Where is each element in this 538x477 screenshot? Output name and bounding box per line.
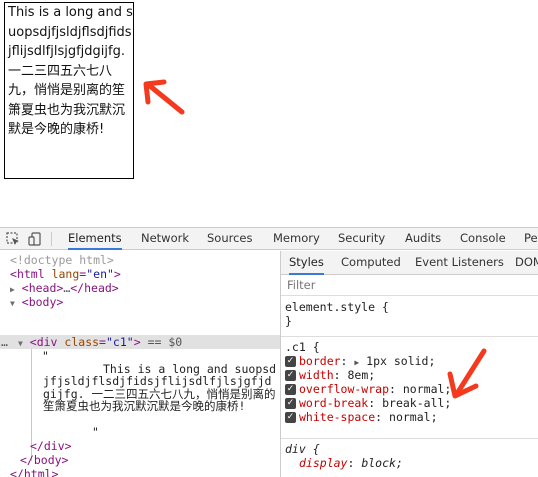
div-c1-node[interactable]: ▼ <div class="c1"> == $0: [18, 335, 182, 349]
ua-property-display: display: block;: [299, 456, 403, 470]
tab-elements[interactable]: Elements: [68, 228, 122, 250]
doctype-node[interactable]: <!doctype html>: [10, 253, 114, 267]
selected-row-dots: …: [1, 335, 8, 349]
tab-sources[interactable]: Sources: [207, 228, 253, 250]
toolbar-separator: [51, 232, 52, 246]
property-checkbox[interactable]: ✓: [285, 370, 296, 381]
element-style-rule: element.style { }: [281, 298, 538, 338]
styles-pane: Styles Computed Event Listeners DOM Filt…: [280, 251, 538, 477]
elements-dom-tree: <!doctype html> <html lang="en"> ▶ <head…: [0, 251, 280, 477]
styles-subtabs: Styles Computed Event Listeners DOM: [281, 251, 538, 275]
style-property-word-break[interactable]: word-break: break-all;: [299, 396, 451, 410]
text-node-content[interactable]: This is a long and suopsdjfjsldjflsdjfid…: [43, 363, 277, 412]
c1-selector: .c1 {: [285, 340, 320, 354]
html-close-node[interactable]: </html>: [10, 467, 58, 477]
tab-network[interactable]: Network: [141, 228, 189, 250]
devtools-toolbar: Elements Network Sources Memory Security…: [0, 228, 538, 250]
subtab-event-listeners[interactable]: Event Listeners: [415, 251, 504, 275]
inspect-element-icon[interactable]: [5, 231, 21, 247]
annotation-arrow-top: [143, 79, 185, 115]
text-quote-open: ": [42, 349, 49, 363]
body-node[interactable]: ▼ <body>: [10, 295, 63, 309]
element-style-selector: element.style {: [285, 300, 389, 314]
expand-triangle-icon[interactable]: ▶: [10, 285, 15, 294]
subtab-styles[interactable]: Styles: [289, 251, 324, 275]
collapse-triangle-icon[interactable]: ▼: [18, 339, 23, 348]
property-checkbox[interactable]: ✓: [285, 412, 296, 423]
device-toolbar-icon[interactable]: [27, 231, 43, 247]
property-checkbox[interactable]: ✓: [285, 356, 296, 367]
head-node[interactable]: ▶ <head>…</head>: [10, 281, 119, 295]
style-property-width[interactable]: width: 8em;: [299, 368, 375, 382]
html-node[interactable]: <html lang="en">: [10, 267, 121, 281]
demo-text-box: This is a long and suopsdjfjsldjflsdjfid…: [4, 2, 134, 179]
styles-filter-input[interactable]: Filter: [281, 276, 538, 296]
user-agent-rule: div { display: block;: [281, 440, 538, 477]
collapse-triangle-icon[interactable]: ▼: [10, 299, 15, 308]
property-checkbox[interactable]: ✓: [285, 384, 296, 395]
subtab-dom[interactable]: DOM: [515, 251, 538, 275]
ua-div-selector: div {: [285, 442, 320, 456]
element-style-close: }: [285, 314, 292, 328]
tab-security[interactable]: Security: [338, 228, 385, 250]
property-checkbox[interactable]: ✓: [285, 398, 296, 409]
body-close-node[interactable]: </body>: [20, 453, 68, 467]
style-property-overflow-wrap[interactable]: overflow-wrap: normal;: [299, 382, 451, 396]
tab-audits[interactable]: Audits: [405, 228, 441, 250]
style-property-white-space[interactable]: white-space: normal;: [299, 410, 438, 424]
style-property-border[interactable]: border: ▶ 1px solid;: [299, 354, 435, 368]
text-quote-close: ": [92, 425, 99, 439]
rule-separator: [281, 438, 538, 439]
c1-rule: .c1 { ✓ border: ▶ 1px solid; ✓ width: 8e…: [281, 338, 538, 438]
tab-console[interactable]: Console: [460, 228, 506, 250]
devtools-panel: Elements Network Sources Memory Security…: [0, 227, 538, 477]
subtab-computed[interactable]: Computed: [341, 251, 401, 275]
shorthand-triangle-icon[interactable]: ▶: [354, 358, 359, 367]
rule-separator: [281, 336, 538, 337]
tab-memory[interactable]: Memory: [273, 228, 320, 250]
div-close-node[interactable]: </div>: [30, 439, 72, 453]
tab-performance[interactable]: Pe: [524, 228, 538, 250]
